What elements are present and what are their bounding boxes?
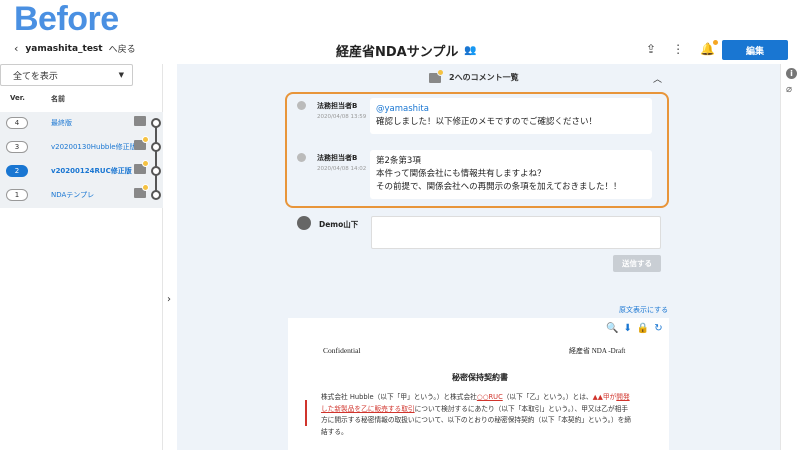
before-banner: Before — [14, 0, 119, 38]
page-title: 経産省NDAサンプル 👥 — [336, 41, 477, 60]
change-bar — [305, 400, 307, 426]
comment-badge — [142, 136, 149, 143]
timeline-node — [151, 118, 161, 128]
back-user-name: yamashita_test — [25, 43, 103, 54]
version-row-4[interactable]: 4 最終版 — [0, 112, 163, 136]
comment-icon[interactable] — [134, 184, 149, 198]
notification-dot — [713, 40, 719, 45]
comment-thread-header: 2へのコメント一覧 — [429, 68, 519, 83]
comment-bubble: 第2条第3項 本件って関係会社にも情報共有しますよね？ その前提で、関係会社への… — [370, 150, 652, 199]
version-row-1[interactable]: 1 NDAテンプレ — [0, 184, 163, 208]
more-vert-icon[interactable]: ⋮ — [672, 42, 684, 56]
version-number: 2 — [6, 165, 28, 177]
right-rail: i ⌀ — [780, 64, 800, 450]
version-filter-select[interactable]: 全てを表示 ▼ — [0, 64, 133, 86]
comment-author: 法務担当者B — [317, 102, 358, 110]
col-ver: Ver. — [10, 94, 25, 102]
back-label: へ戻る — [108, 45, 136, 55]
bell-icon[interactable]: 🔔 — [700, 40, 719, 56]
comment-text: 第2条第3項 — [376, 156, 421, 166]
doc-draft-label: 経産省 NDA -Draft — [569, 347, 626, 355]
avatar — [297, 101, 306, 110]
add-people-icon[interactable]: 👥 — [464, 45, 476, 56]
timeline-node — [151, 142, 161, 152]
comment-time: 2020/04/08 13:59 — [317, 114, 367, 120]
avatar — [297, 216, 311, 230]
comment-text: 本件って関係会社にも情報共有しますよね？ — [376, 169, 546, 179]
toolbar-icons: ⇪ ⋮ 🔔 — [646, 40, 719, 56]
comment-author: 法務担当者B — [317, 154, 358, 162]
comment-icon — [429, 68, 444, 83]
chevron-up-icon[interactable]: ︿ — [653, 72, 662, 85]
doc-text: （以下「乙」という。）とは、 — [502, 393, 593, 401]
comment-text: 確認しました！以下修正のメモですのでご確認ください！ — [376, 117, 598, 127]
avatar — [297, 153, 306, 162]
version-number: 1 — [6, 189, 28, 201]
doc-heading: 秘密保持契約書 — [452, 373, 508, 382]
comment-icon[interactable] — [134, 116, 146, 126]
comment-text: その前提で、関係会社への再開示の条項を加えておきました！！ — [376, 182, 622, 192]
caret-down-icon: ▼ — [118, 71, 124, 79]
thread-title: 2へのコメント一覧 — [449, 73, 519, 82]
main-panel: 2へのコメント一覧 ︿ 法務担当者B 2020/04/08 13:59 @yam… — [177, 64, 780, 450]
timeline-node — [151, 166, 161, 176]
reply-author: Demo山下 — [319, 220, 359, 229]
doc-edit: ○○RUC — [476, 393, 503, 401]
version-row-2[interactable]: 2 v20200124RUC修正版 — [0, 160, 163, 184]
version-list-header: Ver. 名前 — [10, 94, 65, 103]
upload-icon[interactable]: ⇪ — [646, 42, 656, 56]
comment-time: 2020/04/08 14:02 — [317, 166, 367, 172]
version-name: v20200124RUC修正版 — [51, 167, 132, 175]
comment-badge — [142, 160, 149, 167]
reply-input[interactable] — [371, 216, 661, 249]
version-number: 4 — [6, 117, 28, 129]
document-preview: 🔍 ⬇ 🔒 ↻ Confidential 経産省 NDA -Draft 秘密保持… — [288, 318, 669, 450]
version-filter-value: 全てを表示 — [13, 71, 58, 82]
show-original-link[interactable]: 原文表示にする — [619, 305, 668, 315]
back-link[interactable]: ‹ yamashita_test へ戻る — [14, 42, 136, 55]
comment-badge — [437, 68, 444, 76]
chevron-left-icon: ‹ — [14, 42, 19, 55]
version-sidebar: 全てを表示 ▼ Ver. 名前 4 最終版 3 v20200130Hubble修… — [0, 64, 163, 450]
document-tools: 🔍 ⬇ 🔒 ↻ — [606, 323, 663, 334]
download-icon[interactable]: ⬇ — [623, 323, 631, 334]
doc-body: 株式会社 Hubble（以下「甲」という。）と株式会社○○RUC（以下「乙」とい… — [321, 392, 632, 438]
top-bar: ‹ yamashita_test へ戻る 経産省NDAサンプル 👥 ⇪ ⋮ 🔔 — [0, 36, 800, 64]
mention[interactable]: @yamashita — [376, 103, 646, 116]
edit-button[interactable]: 編集 — [722, 40, 788, 60]
zoom-icon[interactable]: 🔍 — [606, 323, 618, 334]
version-row-3[interactable]: 3 v20200130Hubble修正版 — [0, 136, 163, 160]
version-name: 最終版 — [51, 119, 72, 127]
document-title: 経産省NDAサンプル — [336, 45, 459, 60]
version-name: NDAテンプレ — [51, 191, 95, 199]
comment-icon[interactable] — [134, 160, 149, 174]
version-number: 3 — [6, 141, 28, 153]
comment-bubble: @yamashita 確認しました！以下修正のメモですのでご確認ください！ — [370, 98, 652, 134]
comment-badge — [142, 184, 149, 191]
timeline-node — [151, 190, 161, 200]
doc-edit: ▲▲甲が — [592, 393, 617, 401]
chevron-right-icon[interactable]: › — [167, 294, 171, 305]
comment-icon[interactable] — [134, 136, 149, 150]
refresh-icon[interactable]: ↻ — [654, 323, 662, 334]
doc-text: 株式会社 Hubble（以下「甲」という。）と株式会社 — [321, 393, 477, 401]
attachment-icon[interactable]: ⌀ — [786, 84, 792, 95]
doc-confidential: Confidential — [323, 346, 361, 355]
send-button[interactable]: 送信する — [613, 255, 661, 272]
info-icon[interactable]: i — [786, 68, 797, 79]
lock-icon[interactable]: 🔒 — [637, 323, 649, 334]
col-name: 名前 — [51, 95, 65, 103]
version-list: 4 最終版 3 v20200130Hubble修正版 2 v20200124RU… — [0, 112, 163, 208]
version-name: v20200130Hubble修正版 — [51, 143, 137, 151]
